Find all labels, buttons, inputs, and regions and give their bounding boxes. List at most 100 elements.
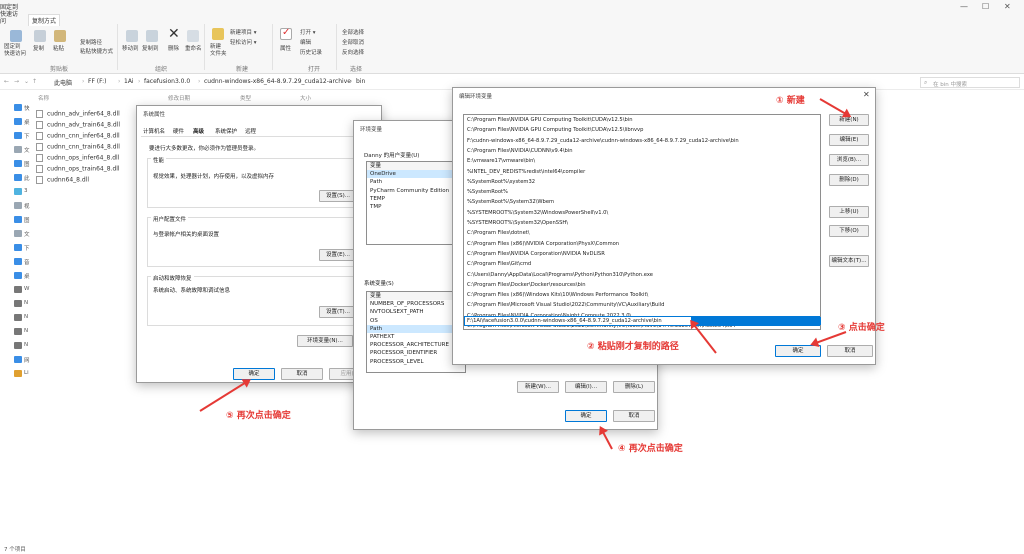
list-item[interactable]: NUMBER_OF_PROCESSORS: [367, 300, 465, 308]
environment-variables-button[interactable]: 环境变量(N)...: [297, 335, 353, 347]
search-input[interactable]: ⌕ 在 bin 中搜索: [920, 77, 1020, 88]
properties-button[interactable]: 属性: [280, 44, 291, 52]
close-icon[interactable]: ✕: [1004, 2, 1011, 11]
file-item[interactable]: cudnn_cnn_train64_8.dll: [36, 143, 120, 153]
breadcrumb-drive[interactable]: FF (F:): [88, 78, 107, 85]
list-item[interactable]: NVTOOLSEXT_PATH: [367, 308, 465, 316]
maximize-icon[interactable]: ☐: [982, 2, 989, 11]
forward-icon[interactable]: →: [14, 78, 19, 85]
profile-settings-button[interactable]: 设置(E)...: [319, 249, 357, 261]
list-item[interactable]: OneDrive: [367, 170, 465, 179]
path-entry[interactable]: C:\Program Files\dotnet\: [467, 230, 530, 236]
path-entry[interactable]: %SystemRoot%\system32: [467, 179, 535, 185]
open-button[interactable]: 打开 ▾: [300, 28, 316, 36]
path-entry[interactable]: %SYSTEMROOT%\System32\OpenSSH\: [467, 220, 568, 226]
chevron-down-icon[interactable]: ⌄: [24, 78, 29, 85]
sys-vars-list[interactable]: 变量 NUMBER_OF_PROCESSORS NVTOOLSEXT_PATH …: [366, 291, 466, 373]
edit-text-button[interactable]: 编辑文本(T)...: [829, 255, 869, 267]
startup-settings-button[interactable]: 设置(T)...: [319, 306, 357, 318]
move-down-button[interactable]: 下移(O): [829, 225, 869, 237]
history-button[interactable]: 历史记录: [300, 48, 322, 56]
breadcrumb-this-pc[interactable]: 此电脑: [54, 78, 72, 87]
ribbon-tab-copy[interactable]: 复制方式: [28, 14, 61, 26]
list-item[interactable]: PROCESSOR_LEVEL: [367, 358, 465, 366]
column-size[interactable]: 大小: [300, 94, 311, 102]
breadcrumb-bin[interactable]: bin: [356, 78, 365, 85]
list-item[interactable]: PATHEXT: [367, 333, 465, 341]
path-entry[interactable]: %SystemRoot%: [467, 189, 508, 195]
performance-settings-button[interactable]: 设置(S)...: [319, 190, 357, 202]
nav-item[interactable]: 视: [24, 202, 30, 210]
delete-button[interactable]: 删除: [168, 44, 179, 52]
tab-computer-name[interactable]: 计算机名: [143, 127, 165, 135]
tab-advanced[interactable]: 高级: [193, 127, 204, 135]
nav-item[interactable]: N: [24, 314, 28, 320]
new-item-button[interactable]: 新建项目 ▾: [230, 28, 257, 36]
path-entry[interactable]: %SYSTEMROOT%\System32\WindowsPowerShell\…: [467, 210, 608, 216]
copy-button[interactable]: 复制: [33, 44, 44, 52]
ok-button[interactable]: 确定: [565, 410, 607, 422]
ok-button[interactable]: 确定: [233, 368, 275, 380]
file-item[interactable]: cudnn64_8.dll: [36, 176, 89, 186]
path-entry[interactable]: %INTEL_DEV_REDIST%redist\intel64\compile…: [467, 169, 585, 175]
nav-item[interactable]: W: [24, 286, 29, 292]
nav-item[interactable]: 此: [24, 174, 30, 182]
paste-button[interactable]: 粘贴: [53, 44, 64, 52]
nav-item[interactable]: 桌: [24, 118, 30, 126]
nav-item[interactable]: 下: [24, 244, 30, 252]
path-entry[interactable]: C:\Users\Danny\AppData\Local\Programs\Py…: [467, 272, 653, 278]
tab-system-protection[interactable]: 系统保护: [215, 127, 237, 135]
easy-access-button[interactable]: 轻松访问 ▾: [230, 38, 257, 46]
nav-item[interactable]: 下: [24, 132, 30, 140]
nav-item[interactable]: 文: [24, 230, 30, 238]
nav-item[interactable]: 图: [24, 216, 30, 224]
tab-hardware[interactable]: 硬件: [173, 127, 184, 135]
file-item[interactable]: cudnn_adv_infer64_8.dll: [36, 110, 120, 120]
cancel-button[interactable]: 取消: [827, 345, 873, 357]
path-edit-input[interactable]: F:\1Ai\facefusion3.0.0\cudnn-windows-x86…: [464, 316, 821, 326]
edit-button[interactable]: 编辑(E): [829, 134, 869, 146]
edit-button[interactable]: 编辑: [300, 38, 311, 46]
nav-item[interactable]: N: [24, 342, 28, 348]
cancel-button[interactable]: 取消: [613, 410, 655, 422]
path-entry[interactable]: C:\Program Files\NVIDIA\CUDNN\v9.4\bin: [467, 148, 573, 154]
copy-to-button[interactable]: 复制到: [142, 44, 159, 52]
breadcrumb-1ai[interactable]: 1Ai: [124, 78, 134, 85]
path-entry[interactable]: C:\Program Files (x86)\Windows Kits\10\W…: [467, 292, 648, 298]
file-item[interactable]: cudnn_adv_train64_8.dll: [36, 121, 120, 131]
sys-edit-button[interactable]: 编辑(I)...: [565, 381, 607, 393]
nav-item[interactable]: 文: [24, 146, 30, 154]
rename-button[interactable]: 重命名: [185, 44, 202, 52]
copy-path-button[interactable]: 复制路径: [80, 38, 102, 46]
list-item[interactable]: PyCharm Community Edition: [367, 187, 465, 195]
path-entry[interactable]: F:\cudnn-windows-x86_64-8.9.7.29_cuda12-…: [467, 138, 739, 144]
pin-quick-access-button[interactable]: 固定到 快速访问: [4, 44, 26, 58]
nav-item[interactable]: 音: [24, 258, 30, 266]
new-folder-button[interactable]: 新建 文件夹: [210, 44, 227, 58]
invert-selection-button[interactable]: 反向选择: [342, 48, 364, 56]
select-all-button[interactable]: 全部选择: [342, 28, 364, 36]
delete-button[interactable]: 删除(D): [829, 174, 869, 186]
list-item[interactable]: PROCESSOR_ARCHITECTURE: [367, 341, 465, 349]
path-entry[interactable]: C:\Program Files\NVIDIA GPU Computing To…: [467, 117, 633, 123]
list-item[interactable]: OS: [367, 317, 465, 325]
nav-item[interactable]: 桌: [24, 272, 30, 280]
path-entry[interactable]: C:\Program Files\NVIDIA GPU Computing To…: [467, 127, 643, 133]
nav-item[interactable]: 快: [24, 104, 30, 112]
column-name[interactable]: 名称: [38, 94, 49, 102]
tab-remote[interactable]: 远程: [245, 127, 256, 135]
nav-item[interactable]: N: [24, 300, 28, 306]
list-item[interactable]: Path: [367, 324, 465, 333]
breadcrumb-facefusion[interactable]: facefusion3.0.0: [144, 78, 190, 85]
file-item[interactable]: cudnn_ops_train64_8.dll: [36, 165, 120, 175]
nav-item[interactable]: N: [24, 328, 28, 334]
list-item[interactable]: TEMP: [367, 195, 465, 203]
path-entry[interactable]: C:\Program Files\Docker\Docker\resources…: [467, 282, 586, 288]
path-entry[interactable]: C:\Program Files\NVIDIA Corporation\NVID…: [467, 251, 605, 257]
paste-shortcut-button[interactable]: 粘贴快捷方式: [80, 47, 113, 55]
nav-item[interactable]: Li: [24, 370, 29, 376]
file-item[interactable]: cudnn_ops_infer64_8.dll: [36, 154, 119, 164]
cancel-button[interactable]: 取消: [281, 368, 323, 380]
select-none-button[interactable]: 全部取消: [342, 38, 364, 46]
list-item[interactable]: TMP: [367, 203, 465, 211]
